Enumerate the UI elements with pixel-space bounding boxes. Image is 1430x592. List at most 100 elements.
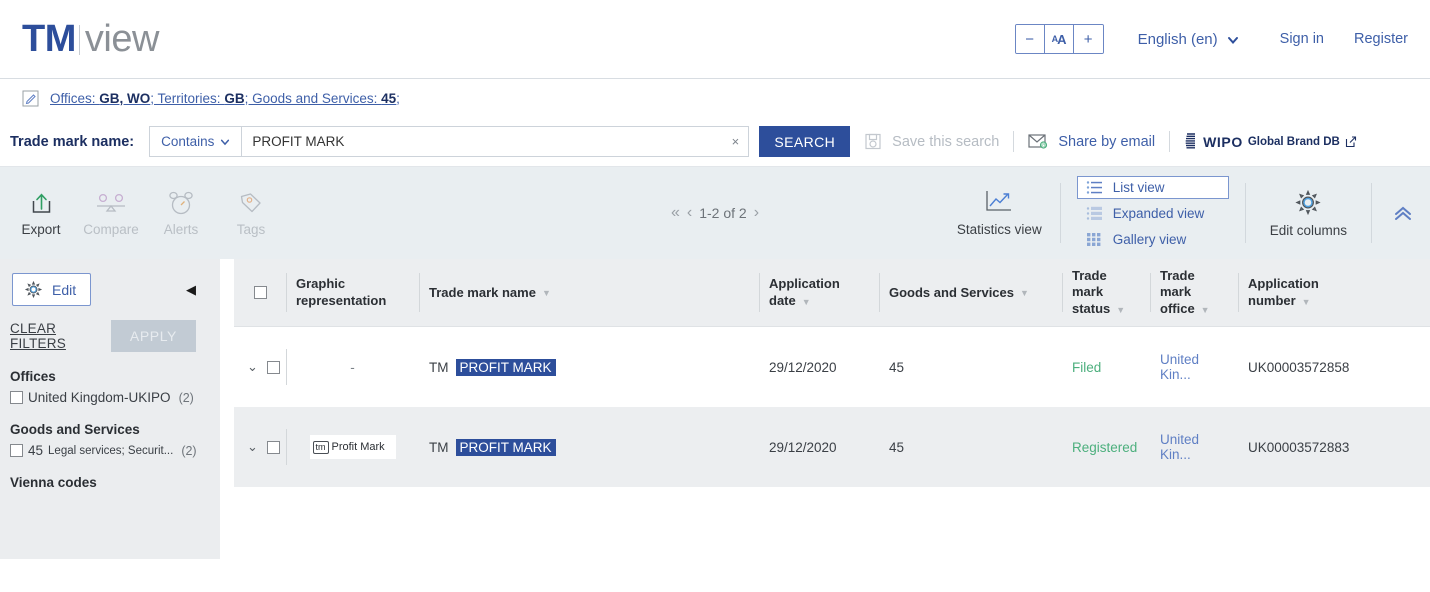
clear-filters-link[interactable]: CLEAR FILTERS bbox=[10, 321, 111, 351]
sort-caret-icon[interactable]: ▼ bbox=[1020, 288, 1029, 298]
apply-filters-button[interactable]: APPLY bbox=[110, 320, 196, 352]
column-header-goods-and-services[interactable]: Goods and Services ▼ bbox=[879, 259, 1062, 326]
row-checkbox[interactable] bbox=[266, 360, 280, 374]
trade-mark-image[interactable]: tm Profit Mark bbox=[309, 435, 396, 459]
divider bbox=[1169, 131, 1171, 152]
office-link[interactable]: United Kin... bbox=[1160, 432, 1228, 462]
column-header-trade-mark-name[interactable]: Trade mark name ▼ bbox=[419, 259, 759, 326]
clear-search-icon[interactable]: × bbox=[722, 127, 748, 156]
column-header-line2: date bbox=[769, 292, 796, 308]
edit-filters-label: Edit bbox=[52, 281, 77, 298]
sort-caret-icon[interactable]: ▼ bbox=[802, 297, 811, 307]
font-size-increase-button[interactable]: + bbox=[1073, 25, 1103, 53]
view-mode-gallery[interactable]: Gallery view bbox=[1077, 228, 1229, 251]
column-header-line2: mark bbox=[1072, 284, 1104, 300]
font-size-controls: − AA + bbox=[1014, 24, 1104, 54]
view-mode-list[interactable]: List view bbox=[1076, 175, 1229, 199]
alerts-button[interactable]: Alerts bbox=[146, 190, 216, 237]
cell-application-date: 29/12/2020 bbox=[769, 439, 837, 455]
breadcrumb-end: ; bbox=[396, 90, 400, 106]
compare-label: Compare bbox=[83, 221, 139, 237]
edit-columns-button[interactable]: Edit columns bbox=[1246, 188, 1371, 238]
collapse-toolbar-button[interactable] bbox=[1372, 202, 1414, 224]
view-mode-expanded-label: Expanded view bbox=[1112, 205, 1205, 221]
column-header-line2: number bbox=[1248, 292, 1296, 308]
tmview-logo[interactable]: TM view bbox=[22, 18, 159, 61]
view-mode-list-label: List view bbox=[1112, 179, 1165, 195]
wipo-global-brand-db-link[interactable]: WIPO Global Brand DB bbox=[1184, 133, 1357, 150]
divider bbox=[1013, 131, 1015, 152]
export-label: Export bbox=[21, 221, 61, 237]
view-mode-expanded[interactable]: Expanded view bbox=[1077, 202, 1229, 225]
sign-in-link[interactable]: Sign in bbox=[1280, 31, 1324, 47]
content-area: Edit ◀ CLEAR FILTERS APPLY Offices Unite… bbox=[0, 259, 1430, 559]
gallery-view-icon bbox=[1086, 232, 1103, 247]
column-header-line3: status bbox=[1072, 300, 1111, 316]
expand-row-icon[interactable]: ⌄ bbox=[247, 359, 258, 375]
search-input[interactable] bbox=[242, 127, 723, 156]
search-button[interactable]: SEARCH bbox=[759, 126, 851, 157]
results-table: Graphic representation Trade mark name ▼… bbox=[234, 259, 1430, 559]
font-size-reset-button[interactable]: AA bbox=[1044, 25, 1074, 53]
next-page-icon[interactable]: › bbox=[754, 204, 759, 222]
sort-caret-icon[interactable]: ▼ bbox=[542, 288, 551, 298]
save-this-search-label: Save this search bbox=[892, 133, 1000, 150]
table-row[interactable]: ⌄ tm Profit Mark TM PROFIT MARK 29/12/20… bbox=[234, 407, 1430, 487]
column-header-line3: office bbox=[1160, 300, 1195, 316]
sort-caret-icon[interactable]: ▼ bbox=[1116, 305, 1125, 315]
filters-sidebar: Edit ◀ CLEAR FILTERS APPLY Offices Unite… bbox=[0, 259, 220, 559]
cell-trade-mark-status: Filed bbox=[1072, 359, 1102, 375]
facet-option-class-45[interactable]: 45 Legal services; Securit... (2) bbox=[10, 443, 210, 458]
facet-option-ukipo[interactable]: United Kingdom-UKIPO (2) bbox=[10, 390, 210, 405]
view-mode-gallery-label: Gallery view bbox=[1112, 231, 1187, 247]
trade-mark-name-value[interactable]: PROFIT MARK bbox=[455, 438, 556, 456]
column-header-application-number[interactable]: Application number ▼ bbox=[1238, 259, 1378, 326]
office-link[interactable]: United Kin... bbox=[1160, 352, 1228, 382]
sidebar-table-gap bbox=[220, 259, 234, 559]
breadcrumb-offices-label: Offices: bbox=[50, 90, 100, 106]
facet-option-count: (2) bbox=[178, 390, 194, 405]
column-header-graphic-representation[interactable]: Graphic representation bbox=[286, 259, 419, 326]
search-operator-dropdown[interactable]: Contains bbox=[150, 127, 243, 156]
collapse-sidebar-icon[interactable]: ◀ bbox=[186, 282, 196, 298]
alarm-clock-icon bbox=[167, 190, 195, 217]
register-link[interactable]: Register bbox=[1354, 31, 1408, 47]
save-this-search-button[interactable]: Save this search bbox=[864, 132, 999, 151]
app-header: TM view − AA + English (en) Sign in Regi… bbox=[0, 0, 1430, 79]
previous-page-icon[interactable]: ‹ bbox=[687, 204, 692, 222]
checkbox-icon[interactable] bbox=[10, 391, 23, 404]
statistics-view-button[interactable]: Statistics view bbox=[957, 189, 1060, 237]
facet-option-description: Legal services; Securit... bbox=[48, 444, 174, 457]
share-by-email-button[interactable]: @ Share by email bbox=[1028, 133, 1155, 150]
pagination: « ‹ 1-2 of 2 › bbox=[630, 204, 800, 222]
checkbox-icon[interactable] bbox=[10, 444, 23, 457]
logo-divider bbox=[78, 24, 80, 55]
edit-filters-button[interactable]: Edit bbox=[12, 273, 92, 306]
column-header-line2: mark bbox=[1160, 284, 1192, 300]
share-by-email-label: Share by email bbox=[1058, 133, 1156, 150]
sort-caret-icon[interactable]: ▼ bbox=[1201, 305, 1210, 315]
table-row[interactable]: ⌄ - TM PROFIT MARK 29/12/2020 45 Filed U… bbox=[234, 327, 1430, 407]
chart-icon bbox=[984, 189, 1014, 216]
select-all-checkbox[interactable] bbox=[253, 286, 267, 299]
export-button[interactable]: Export bbox=[6, 190, 76, 237]
column-header-application-date[interactable]: Application date ▼ bbox=[759, 259, 879, 326]
tags-button[interactable]: Tags bbox=[216, 190, 286, 237]
row-checkbox[interactable] bbox=[266, 440, 280, 454]
column-header-trade-mark-office[interactable]: Trade mark office ▼ bbox=[1150, 259, 1238, 326]
language-selector[interactable]: English (en) bbox=[1138, 31, 1238, 48]
trade-mark-name-value[interactable]: PROFIT MARK bbox=[455, 358, 556, 376]
facet-option-count: (2) bbox=[181, 443, 197, 458]
column-header-trade-mark-status[interactable]: Trade mark status ▼ bbox=[1062, 259, 1150, 326]
edit-pencil-icon[interactable] bbox=[22, 90, 39, 107]
font-size-decrease-button[interactable]: − bbox=[1015, 25, 1045, 53]
logo-view-text: view bbox=[84, 17, 160, 60]
first-page-icon[interactable]: « bbox=[671, 204, 680, 222]
compare-button[interactable]: Compare bbox=[76, 190, 146, 237]
breadcrumb-text[interactable]: Offices: GB, WO; Territories: GB; Goods … bbox=[50, 91, 400, 106]
expand-row-icon[interactable]: ⌄ bbox=[247, 439, 258, 455]
alerts-label: Alerts bbox=[163, 221, 199, 237]
edit-columns-label: Edit columns bbox=[1269, 223, 1347, 238]
facet-title: Goods and Services bbox=[10, 422, 140, 437]
sort-caret-icon[interactable]: ▼ bbox=[1302, 297, 1311, 307]
